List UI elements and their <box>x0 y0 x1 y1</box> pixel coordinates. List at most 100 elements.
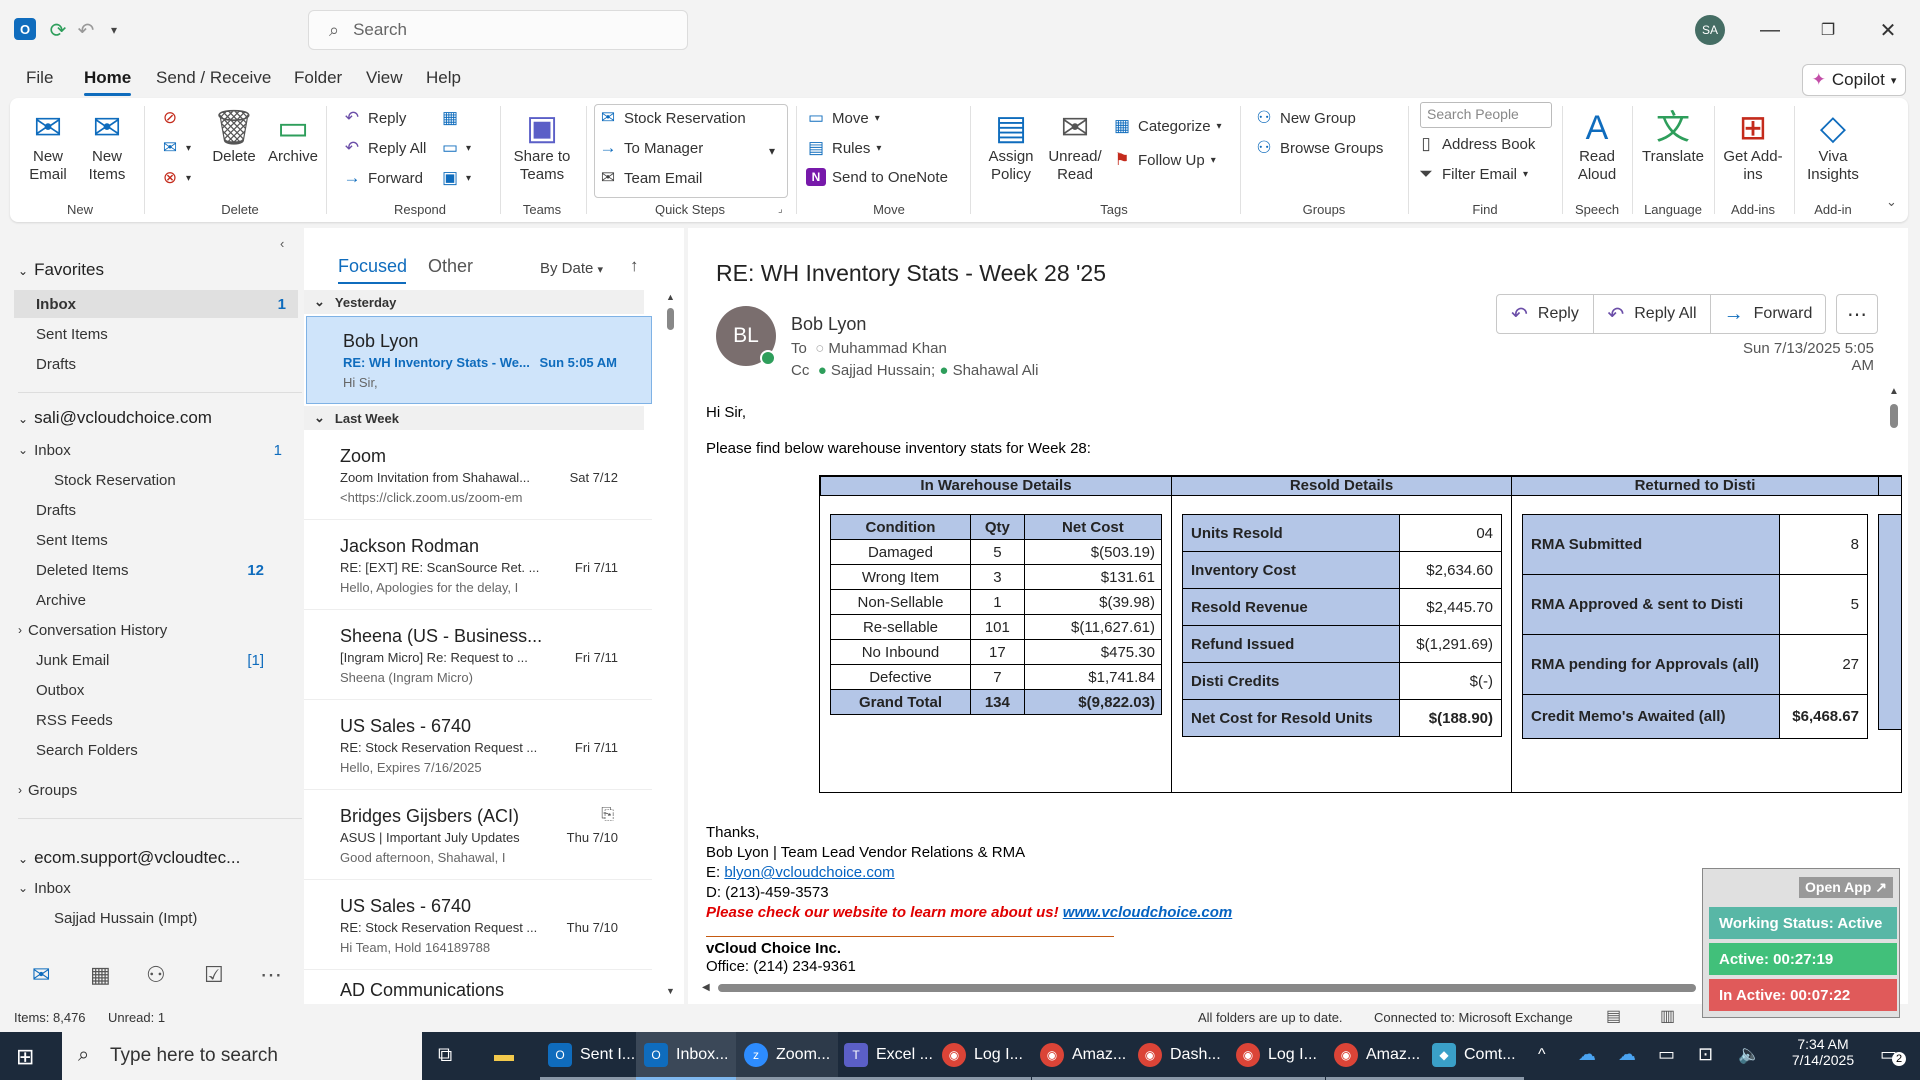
customize-toolbar-icon[interactable]: ▾ <box>100 16 128 44</box>
tab-send-receive[interactable]: Send / Receive <box>156 68 271 88</box>
taskbar-app-chrome[interactable]: ◉ Amaz... <box>1032 1032 1135 1080</box>
taskbar-app-excel[interactable]: T Excel ... <box>836 1032 941 1080</box>
taskbar-app-comt[interactable]: ◆ Comt... <box>1424 1032 1524 1080</box>
message-item[interactable]: US Sales - 6740 RE: Stock Reservation Req… <box>304 882 652 970</box>
favorites-header[interactable]: ⌄ Favorites <box>18 260 104 280</box>
folder-sent-items[interactable]: Sent Items <box>10 526 294 554</box>
taskbar-app-outlook-inbox[interactable]: O Inbox... <box>636 1032 737 1080</box>
signature-email-link[interactable]: blyon@vcloudchoice.com <box>724 864 894 881</box>
notifications-icon[interactable]: ▭ 2 <box>1880 1044 1906 1066</box>
address-book-button[interactable]: ▯ Address Book <box>1416 134 1535 154</box>
tab-focused[interactable]: Focused <box>338 256 407 277</box>
read-aloud-button[interactable]: A Read Aloud <box>1570 108 1624 184</box>
reply-button[interactable]: ↶ Reply <box>1496 294 1594 334</box>
filter-email-button[interactable]: ⏷ Filter Email ▾ <box>1416 164 1528 184</box>
folder-inbox-favorite[interactable]: Inbox 1 <box>14 290 298 318</box>
taskbar-app-chrome[interactable]: ◉ Dash... <box>1130 1032 1229 1080</box>
reply-all-button[interactable]: ↶ Reply All <box>1593 294 1711 334</box>
taskbar-app-zoom[interactable]: z Zoom... <box>736 1032 839 1080</box>
ignore-button[interactable]: ⊘ <box>160 108 180 128</box>
message-item[interactable]: Sheena (US - Business... [Ingram Micro] R… <box>304 612 652 700</box>
cc-recipient[interactable]: Shahawal Ali <box>953 362 1039 379</box>
ribbon-collapse-icon[interactable]: ⌄ <box>1886 194 1897 210</box>
scroll-up-icon[interactable]: ▲ <box>1889 386 1899 397</box>
user-avatar[interactable]: SA <box>1695 15 1725 45</box>
normal-view-icon[interactable]: ▤ <box>1606 1006 1621 1026</box>
move-button[interactable]: ▭ Move ▾ <box>806 108 880 128</box>
folder-drafts-favorite[interactable]: Drafts <box>10 350 294 378</box>
tab-help[interactable]: Help <box>426 68 461 88</box>
forward-button[interactable]: → Forward <box>1710 294 1826 334</box>
scroll-left-icon[interactable]: ◀ <box>702 982 710 993</box>
section-yesterday[interactable]: ⌄ Yesterday <box>304 290 644 314</box>
im-button[interactable]: ▭ ▾ <box>440 138 471 158</box>
folder-junk-email[interactable]: Junk Email [1] <box>10 646 294 674</box>
more-respond-button[interactable]: ▣ ▾ <box>440 168 471 188</box>
folder-inbox-2[interactable]: ⌄ Inbox <box>10 874 294 902</box>
sort-direction-icon[interactable]: ↑ <box>630 256 639 276</box>
folder-inbox[interactable]: ⌄ Inbox 1 <box>10 436 294 464</box>
file-explorer-icon[interactable]: ▬ <box>494 1044 514 1067</box>
tab-file[interactable]: File <box>26 68 53 88</box>
forward-button[interactable]: → Forward <box>342 168 424 188</box>
battery-icon[interactable]: ▭ <box>1658 1044 1675 1065</box>
message-item[interactable]: US Sales - 6740 RE: Stock Reservation Req… <box>304 702 652 790</box>
share-to-teams-button[interactable]: ▣ Share to Teams <box>510 108 574 184</box>
message-item[interactable]: Zoom Zoom Invitation from Shahawal... Sat … <box>304 432 652 520</box>
account-header-2[interactable]: ⌄ ecom.support@vcloudtec... <box>18 848 240 868</box>
website-link[interactable]: www.vcloudchoice.com <box>1063 904 1232 921</box>
folder-sent-items-favorite[interactable]: Sent Items <box>10 320 294 348</box>
folder-rss-feeds[interactable]: RSS Feeds <box>10 706 294 734</box>
calendar-icon[interactable]: ▦ <box>90 962 111 988</box>
restore-icon[interactable]: ❐ <box>1808 12 1848 48</box>
scrollbar-thumb[interactable] <box>667 308 674 330</box>
undo-icon[interactable]: ↶ <box>72 16 100 44</box>
assign-policy-button[interactable]: ▤ Assign Policy <box>982 108 1040 184</box>
cc-recipient[interactable]: Sajjad Hussain; <box>831 362 935 379</box>
windows-start-icon[interactable]: ⊞ <box>16 1044 34 1070</box>
reply-button[interactable]: ↶ Reply <box>342 108 406 128</box>
message-item[interactable]: AD Communications <box>304 972 652 1004</box>
taskbar-app-chrome[interactable]: ◉ Log I... <box>934 1032 1031 1080</box>
quick-step-team-email[interactable]: ✉ Team Email <box>598 168 702 188</box>
translate-button[interactable]: 文 Translate <box>1640 108 1706 166</box>
message-item-selected[interactable]: Bob Lyon RE: WH Inventory Stats - We... … <box>306 316 652 404</box>
folder-deleted-items[interactable]: Deleted Items 12 <box>10 556 294 584</box>
copilot-button[interactable]: ✦ Copilot ▾ <box>1802 64 1906 96</box>
onedrive-icon[interactable]: ☁ <box>1578 1044 1596 1065</box>
get-add-ins-button[interactable]: ⊞ Get Add-ins <box>1722 108 1784 184</box>
taskbar-app-chrome[interactable]: ◉ Amaz... <box>1326 1032 1429 1080</box>
close-icon[interactable]: ✕ <box>1868 12 1908 48</box>
archive-button[interactable]: ▭ Archive <box>264 108 322 166</box>
folder-sajjad-hussain[interactable]: Sajjad Hussain (Impt) <box>10 904 294 932</box>
quick-step-stock-reservation[interactable]: ✉ Stock Reservation <box>598 108 746 128</box>
dialog-launcher-icon[interactable]: ⌟ <box>778 204 783 215</box>
reply-all-button[interactable]: ↶ Reply All <box>342 138 426 158</box>
tab-view[interactable]: View <box>366 68 403 88</box>
tab-other[interactable]: Other <box>428 256 473 277</box>
search-box[interactable]: ⌕ Search <box>308 10 688 50</box>
folder-drafts[interactable]: Drafts <box>10 496 294 524</box>
show-hidden-icons-icon[interactable]: ^ <box>1538 1046 1546 1064</box>
scroll-up-icon[interactable]: ▲ <box>666 292 675 302</box>
reading-horizontal-scrollbar[interactable]: ◀ <box>702 982 1702 994</box>
network-icon[interactable]: ⊡ <box>1698 1044 1713 1065</box>
sync-icon[interactable]: ⟳ <box>44 16 72 44</box>
tasks-icon[interactable]: ☑ <box>204 962 224 988</box>
quick-steps-more-icon[interactable]: ▾ <box>760 136 784 166</box>
to-recipient[interactable]: Muhammad Khan <box>828 340 946 357</box>
cleanup-button[interactable]: ✉ ▾ <box>160 138 191 158</box>
taskbar-app-chrome[interactable]: ◉ Log I... <box>1228 1032 1325 1080</box>
rules-button[interactable]: ▤ Rules ▾ <box>806 138 881 158</box>
reading-view-icon[interactable]: ▥ <box>1660 1006 1675 1026</box>
scrollbar-thumb[interactable] <box>1890 404 1898 428</box>
collapse-pane-icon[interactable]: ‹ <box>280 236 284 251</box>
account-header[interactable]: ⌄ sali@vcloudchoice.com <box>18 408 212 428</box>
scroll-down-icon[interactable]: ▼ <box>666 986 675 996</box>
message-list-scrollbar[interactable]: ▲ ▼ <box>666 292 675 1000</box>
folder-outbox[interactable]: Outbox <box>10 676 294 704</box>
browse-groups-button[interactable]: ⚇ Browse Groups <box>1254 138 1383 158</box>
viva-insights-button[interactable]: ◇ Viva Insights <box>1800 108 1866 184</box>
categorize-button[interactable]: ▦ Categorize ▾ <box>1112 116 1222 136</box>
follow-up-button[interactable]: ⚑ Follow Up ▾ <box>1112 150 1215 170</box>
